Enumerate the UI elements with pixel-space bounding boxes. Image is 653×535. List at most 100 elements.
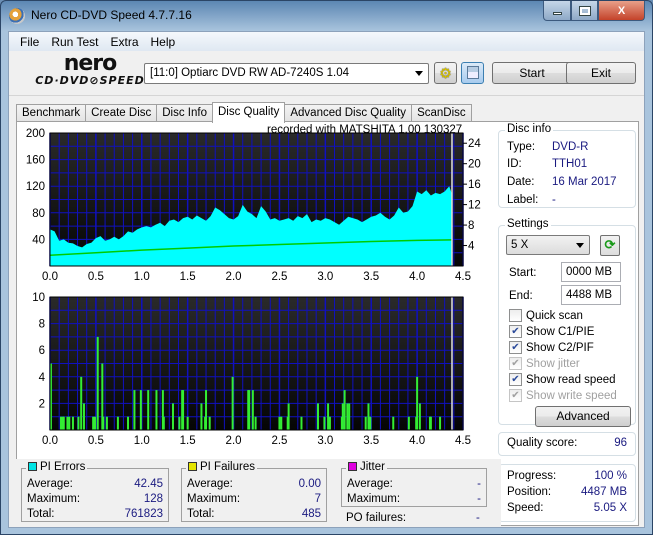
pi-failures-maximum-value: 7 [314,493,321,505]
pi-failures-total-label: Total: [187,508,215,520]
tab-disc-quality[interactable]: Disc Quality [212,102,286,123]
settings-title: Settings [505,218,551,230]
pi-failures-bar [248,390,251,430]
po-failures-label: PO failures: [346,512,407,524]
y-tick-label: 6 [39,345,45,357]
show-jitter-checkbox: ✔ Show jitter [509,357,580,370]
quality-score-group: Quality score: 96 [498,432,636,456]
tab-bar: Benchmark Create Disc Disc Info Disc Qua… [16,102,472,123]
checkmark-icon: ✔ [509,389,522,402]
y2-tick-label: 4 [468,241,475,253]
x-tick-label: 3.0 [317,435,333,447]
minimize-icon [552,12,562,15]
pi-errors-title-text: PI Errors [40,461,86,473]
pi-failures-bar [254,416,257,430]
pi-errors-total-value: 761823 [124,508,163,520]
x-tick-label: 3.5 [363,271,379,283]
pi-failures-bar [369,416,372,430]
show-write-speed-checkbox: ✔ Show write speed [509,389,617,402]
pi-failures-bar [60,416,63,430]
maximize-button[interactable] [571,1,598,21]
exit-button[interactable]: Exit [566,62,636,84]
x-tick-label: 2.0 [226,435,242,447]
pi-failures-bar [300,416,303,430]
type-value: DVD-R [552,141,589,153]
start-field[interactable]: 0000 MB [561,262,621,282]
advanced-button[interactable]: Advanced [535,406,631,427]
pi-failures-bar [93,416,96,430]
checkmark-icon: ✔ [509,341,522,354]
x-tick-label: 4.0 [409,435,425,447]
start-button[interactable]: Start [492,62,572,84]
drive-config-button[interactable]: ⚙ [434,62,457,84]
disc-info-group: Disc info Type: DVD-R ID: TTH01 Date: 16… [498,123,636,208]
show-read-speed-checkbox[interactable]: ✔ Show read speed [509,373,616,386]
y2-tick-label: 20 [468,159,481,171]
show-c1-pie-checkbox[interactable]: ✔ Show C1/PIE [509,325,594,338]
y2-tick-label: 8 [468,220,474,232]
drive-select[interactable]: [11:0] Optiarc DVD RW AD-7240S 1.04 [144,63,429,84]
quick-scan-checkbox[interactable]: Quick scan [509,309,583,322]
drive-config-icon: ⚙ [439,65,452,81]
close-button[interactable]: X [598,1,645,21]
position-label: Position: [507,486,552,498]
menu-help[interactable]: Help [145,35,182,49]
x-tick-label: 2.5 [271,271,287,283]
pi-failures-bar [105,416,108,430]
checkbox-label: Show C1/PIE [526,325,595,338]
progress-value: 100 % [594,470,627,482]
show-c2-pif-checkbox[interactable]: ✔ Show C2/PIF [509,341,594,354]
refresh-speed-button[interactable]: ⟳ [600,235,620,256]
checkmark-icon: ✔ [509,357,522,370]
x-tick-label: 1.0 [134,435,150,447]
checkbox-label: Show write speed [526,389,617,402]
x-tick-label: 4.5 [455,435,471,447]
jitter-title: Jitter [346,461,387,473]
refresh-icon: ⟳ [604,237,616,252]
pi-failures-bar [92,416,95,430]
pi-failures-bar [155,390,158,430]
pi-failures-maximum-label: Maximum: [187,493,241,505]
pi-failures-bar [147,390,150,430]
y-tick-label: 4 [39,372,46,384]
date-value: 16 Mar 2017 [552,176,617,188]
pi-failures-bar [346,403,349,430]
speed-select-value: 5 X [511,239,529,251]
jitter-maximum-value: - [477,493,481,505]
pi-failures-bar [439,416,442,430]
label-value: - [552,194,556,206]
y-tick-label: 200 [26,128,45,140]
x-tick-label: 1.5 [180,271,196,283]
pi-failures-bar [178,416,181,430]
y2-tick-label: 24 [468,138,481,150]
disc-info-title: Disc info [505,123,554,135]
pi-failures-bar [364,416,367,430]
x-tick-label: 2.0 [226,271,242,283]
pi-failures-bar [418,403,421,430]
logo-nero-text: nero [63,51,118,76]
pi-failures-bar [392,416,395,430]
save-icon [466,66,479,79]
minimize-button[interactable] [543,1,571,21]
pi-failures-bar [77,416,80,430]
save-button[interactable] [461,62,484,84]
menu-extra[interactable]: Extra [104,35,144,49]
y-tick-label: 40 [32,234,45,246]
speed-select[interactable]: 5 X [506,235,590,255]
quality-score-label: Quality score: [507,437,578,449]
y-tick-label: 160 [26,155,45,167]
pi-failures-bar [171,403,174,430]
chevron-down-icon [415,71,423,76]
pi-failures-bar [127,416,130,430]
y-tick-label: 2 [39,398,45,410]
menu-file[interactable]: File [14,35,45,49]
y-tick-label: 10 [32,292,45,304]
id-value: TTH01 [552,158,588,170]
end-field[interactable]: 4488 MB [561,285,621,305]
menu-run-test[interactable]: Run Test [45,35,104,49]
pi-failures-bar [208,416,211,430]
pi-failures-bar [139,390,142,430]
pi-failures-bar [367,403,370,430]
pi-failures-bar [186,416,189,430]
type-label: Type: [507,141,536,153]
